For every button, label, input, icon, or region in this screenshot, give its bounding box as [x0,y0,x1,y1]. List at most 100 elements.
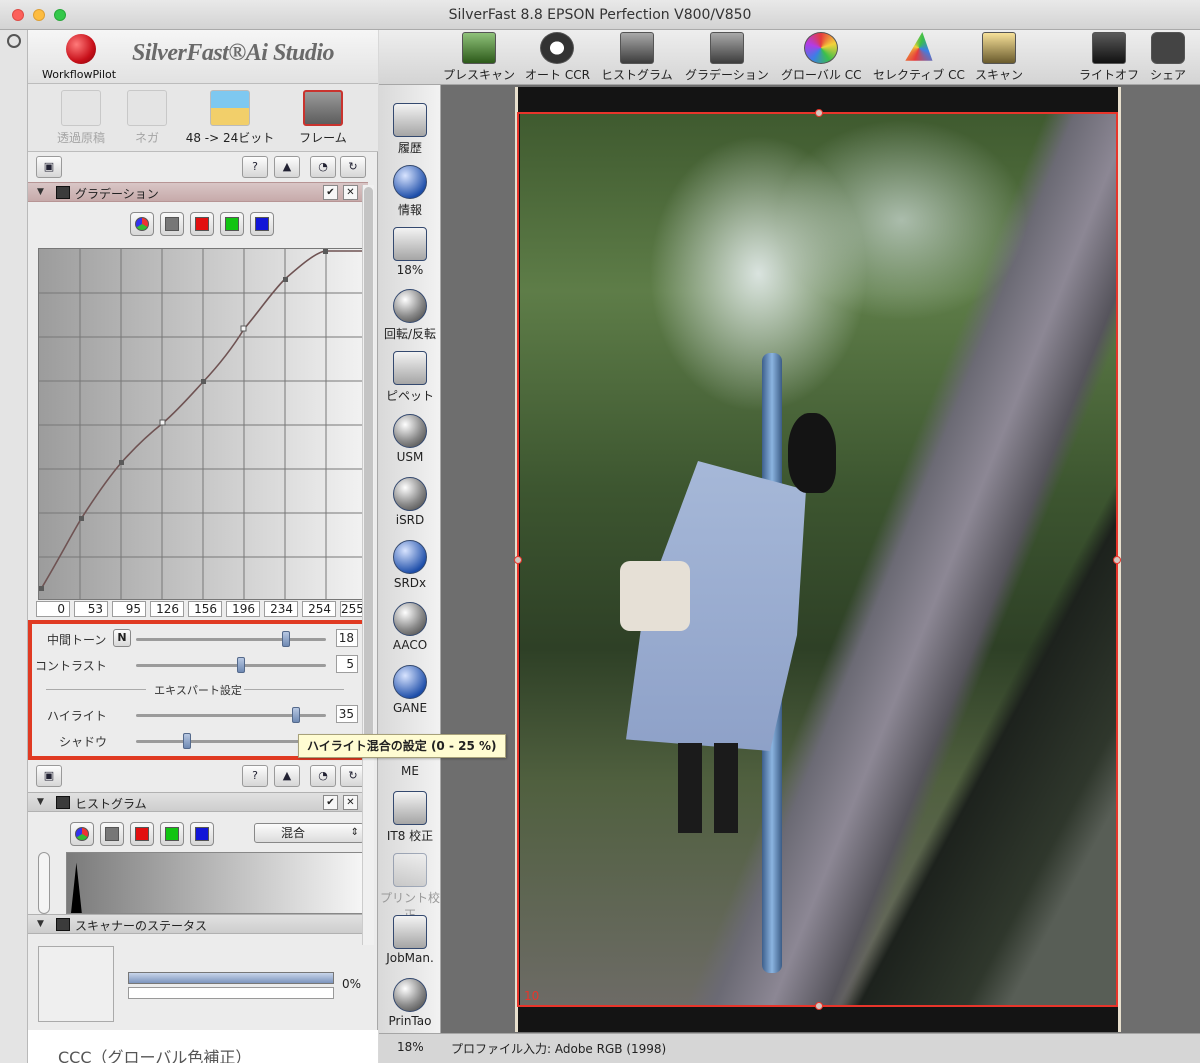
panel-scrollbar-thumb[interactable] [364,187,373,747]
mode-frame[interactable]: フレーム [288,90,358,146]
frame-handle[interactable] [815,1002,823,1010]
contrast-slider-knob[interactable] [236,657,245,673]
histogram-section-header[interactable]: ▼ ヒストグラム ✔ ✕ [28,792,368,812]
share-icon [1151,32,1185,64]
curve-value[interactable]: 0 [36,601,70,617]
gradation-curve[interactable] [38,248,364,600]
channel-red-button[interactable] [190,212,214,236]
channel-all-button[interactable] [70,822,94,846]
usm-tool[interactable]: USM [379,414,441,464]
channel-green-button[interactable] [220,212,244,236]
tool-label: 履歴 [397,141,422,155]
histogram-mode-select[interactable]: 混合 ⇕ [254,823,364,843]
apply-checkbox[interactable]: ✔ [323,185,338,200]
histogram-range-bar[interactable] [38,852,50,914]
curve-value[interactable]: 126 [150,601,184,617]
histogram-display[interactable] [38,852,364,914]
jobman-tool[interactable]: JobMan. [379,915,441,965]
print-calibration-tool: プリント校正 [379,853,441,923]
frame-tool-icon [303,90,343,126]
shadow-slider-knob[interactable] [183,733,192,749]
help-icon[interactable]: ? [242,765,268,787]
close-section-button[interactable]: ✕ [343,795,358,810]
close-section-button[interactable]: ✕ [343,185,358,200]
midtone-value[interactable]: 18 [336,629,358,647]
mode-transparency[interactable]: 透過原稿 [46,90,116,146]
channel-gray-button[interactable] [100,822,124,846]
link-icon[interactable] [7,34,21,48]
srdx-tool[interactable]: SRDx [379,540,441,590]
tutorial-icon[interactable]: ▲ [274,765,300,787]
contrast-value[interactable]: 5 [336,655,358,673]
mode-bit-depth[interactable]: 48 -> 24ビット [178,90,282,146]
auto-ccr-button[interactable]: オート CCR [525,32,590,83]
curve-value[interactable]: 234 [264,601,298,617]
gane-tool[interactable]: GANE [379,665,441,715]
aaco-tool[interactable]: AACO [379,602,441,652]
pipette-tool[interactable]: ピペット [379,351,441,404]
midtone-slider-track[interactable] [136,638,326,641]
srdx-icon [393,540,427,574]
tutorial-icon[interactable]: ▲ [274,156,300,178]
pipette-icon [393,351,427,385]
mode-negative[interactable]: ネガ [112,90,182,146]
scan-button[interactable]: スキャン [975,32,1023,83]
prescan-button[interactable]: プレスキャン [443,32,515,83]
neutral-button[interactable]: N [113,629,131,647]
highlight-slider-knob[interactable] [291,707,300,723]
channel-green-button[interactable] [160,822,184,846]
scanner-status-header[interactable]: ▼ スキャナーのステータス [28,914,368,934]
scan-frame[interactable] [514,109,1121,1010]
video-icon[interactable]: ◔ [310,765,336,787]
toolbar-label: セレクティブ CC [873,68,965,82]
channel-all-button[interactable] [130,212,154,236]
channel-red-button[interactable] [130,822,154,846]
save-icon[interactable]: ▣ [36,765,62,787]
tool-label: ピペット [385,389,434,403]
collapse-triangle-icon[interactable]: ▼ [37,919,44,929]
collapse-triangle-icon[interactable]: ▼ [37,187,44,197]
collapse-triangle-icon[interactable]: ▼ [37,797,44,807]
frame-handle[interactable] [815,109,823,117]
zoom-icon [393,227,427,261]
curve-value[interactable]: 254 [302,601,336,617]
channel-blue-button[interactable] [190,822,214,846]
global-cc-button[interactable]: グローバル CC [781,32,861,83]
frame-handle[interactable] [1113,556,1121,564]
channel-gray-button[interactable] [160,212,184,236]
printao-tool[interactable]: PrinTao [379,978,441,1028]
share-button[interactable]: シェア [1150,32,1186,83]
curve-value[interactable]: 196 [226,601,260,617]
printao-icon [393,978,427,1012]
histogram-icon [56,796,70,809]
panel-scrollbar[interactable] [362,185,374,945]
contrast-slider-track[interactable] [136,664,326,667]
curve-value[interactable]: 156 [188,601,222,617]
highlight-value[interactable]: 35 [336,705,358,723]
lights-off-button[interactable]: ライトオフ [1079,32,1139,83]
workflowpilot-icon[interactable] [66,34,96,64]
tool-label: ME [401,764,419,778]
curve-value[interactable]: 95 [112,601,146,617]
apply-checkbox[interactable]: ✔ [323,795,338,810]
zoom-tool[interactable]: 18% [379,227,441,277]
reset-icon[interactable]: ↻ [340,156,366,178]
it8-tool[interactable]: IT8 校正 [379,791,441,844]
save-icon[interactable]: ▣ [36,156,62,178]
selective-cc-button[interactable]: セレクティブ CC [873,32,965,83]
video-icon[interactable]: ◔ [310,156,336,178]
history-tool[interactable]: 履歴 [379,103,441,156]
expert-settings-divider: エキスパート設定 [32,682,364,698]
channel-blue-button[interactable] [250,212,274,236]
gradation-button[interactable]: グラデーション [685,32,769,83]
midtone-slider-knob[interactable] [282,631,291,647]
toolbar-label: ライトオフ [1079,68,1140,82]
info-tool[interactable]: 情報 [379,165,441,218]
rotate-tool[interactable]: 回転/反転 [379,289,441,342]
isrd-tool[interactable]: iSRD [379,477,441,527]
help-icon[interactable]: ? [242,156,268,178]
histogram-button[interactable]: ヒストグラム [601,32,673,83]
gradation-section-header[interactable]: ▼ グラデーション ✔ ✕ [28,182,368,202]
curve-value[interactable]: 53 [74,601,108,617]
frame-handle[interactable] [514,556,522,564]
